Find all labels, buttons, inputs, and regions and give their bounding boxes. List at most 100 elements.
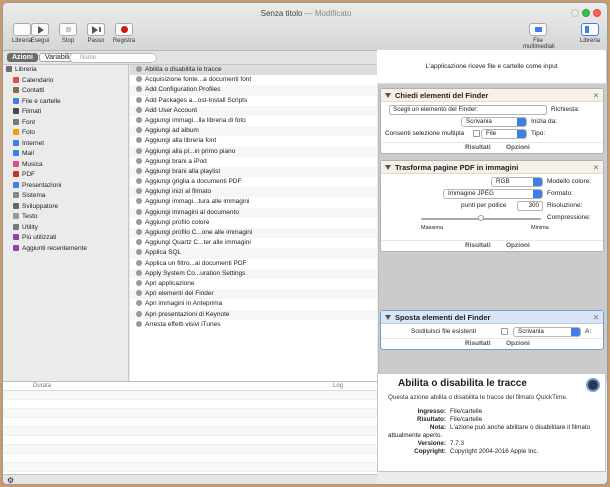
record-button[interactable]: Registra xyxy=(111,23,137,44)
action-footer: Risultati Opzioni xyxy=(381,240,603,251)
action-pdf-to-images[interactable]: Trasforma pagine PDF in immagini ✕ Modell… xyxy=(380,160,604,252)
category-item[interactable]: Utility xyxy=(3,223,128,234)
category-item[interactable]: Mail xyxy=(3,149,128,160)
resolution-field[interactable]: 300 xyxy=(517,201,543,211)
tab-actions[interactable]: Azioni xyxy=(7,53,38,62)
close-icon[interactable]: ✕ xyxy=(593,311,599,324)
action-item[interactable]: Abilita o disabilita le tracce xyxy=(130,65,377,76)
media-button[interactable]: File multimediali xyxy=(523,23,555,50)
category-item[interactable]: Presentazioni xyxy=(3,181,128,192)
category-icon xyxy=(13,118,19,125)
category-item[interactable]: Libreria xyxy=(3,65,128,76)
action-icon xyxy=(136,300,142,307)
minimize-button[interactable] xyxy=(571,9,579,17)
action-icon xyxy=(136,229,142,235)
destination-popup[interactable]: Scrivania xyxy=(513,327,581,337)
record-icon xyxy=(115,23,133,36)
category-item[interactable]: Contatti xyxy=(3,86,128,97)
action-move-finder-items[interactable]: Sposta elementi del Finder ✕ A: Scrivania… xyxy=(380,310,604,350)
action-item[interactable]: Aggiungi alla pl...in primo piano xyxy=(130,146,377,157)
category-item[interactable]: Sviluppatore xyxy=(3,202,128,213)
category-item[interactable]: Musica xyxy=(3,160,128,171)
options-toggle[interactable]: Opzioni xyxy=(506,242,530,249)
workflow-input-note: L'applicazione riceve file e cartelle co… xyxy=(377,50,606,84)
action-item[interactable]: Aggiungi immagi...lla libreria di foto xyxy=(130,116,377,126)
action-icon xyxy=(136,198,142,205)
action-header[interactable]: Sposta elementi del Finder ✕ xyxy=(381,311,603,324)
category-item[interactable]: Filmati xyxy=(3,107,128,118)
action-item[interactable]: Apri immagini in Anteprima xyxy=(130,299,377,309)
action-header[interactable]: Chiedi elementi del Finder ✕ xyxy=(381,89,603,102)
multi-select-checkbox[interactable] xyxy=(473,130,480,137)
action-item[interactable]: Add Configuration Profiles xyxy=(130,85,377,96)
category-item[interactable]: Sistema xyxy=(3,191,128,202)
start-at-popup[interactable]: Scrivania xyxy=(461,117,527,127)
action-icon xyxy=(136,188,142,195)
category-item[interactable]: Più utilizzati xyxy=(3,233,128,244)
window-title: Senza titolo — Modificato xyxy=(260,9,352,18)
action-ask-finder-items[interactable]: Chiedi elementi del Finder ✕ Richiesta: S… xyxy=(380,88,604,154)
options-toggle[interactable]: Opzioni xyxy=(506,340,530,347)
compression-slider-knob[interactable] xyxy=(478,215,484,221)
description-field: Risultato: File/cartelle xyxy=(416,416,483,423)
action-icon xyxy=(136,127,142,134)
category-item[interactable]: PDF xyxy=(3,170,128,181)
step-button[interactable]: Passo xyxy=(83,23,109,44)
action-item[interactable]: Applica un filtro...ai documenti PDF xyxy=(130,259,377,269)
action-icon xyxy=(136,239,142,246)
action-item[interactable]: Aggiungi ad album xyxy=(130,126,377,137)
type-popup[interactable]: File xyxy=(481,129,527,139)
action-item[interactable]: Arresta effetti visivi iTunes xyxy=(130,320,377,330)
action-item[interactable]: Add User Account xyxy=(130,105,377,116)
close-icon[interactable]: ✕ xyxy=(593,89,599,102)
category-icon xyxy=(13,192,19,198)
prompt-field[interactable]: Scegli un elemento del Finder: xyxy=(389,105,547,115)
action-icon xyxy=(136,167,142,174)
options-toggle[interactable]: Opzioni xyxy=(506,144,530,151)
action-item[interactable]: Aggiungi griglia a documenti PDF xyxy=(130,177,377,187)
action-item[interactable]: Apri applicazione xyxy=(130,279,377,289)
category-item[interactable]: Calendario xyxy=(3,76,128,87)
action-icon xyxy=(136,290,142,297)
category-item[interactable]: Foto xyxy=(3,128,128,139)
stop-button[interactable]: Stop xyxy=(55,23,81,44)
category-item[interactable]: Internet xyxy=(3,139,128,150)
category-item[interactable]: Font xyxy=(3,118,128,129)
library-view-button[interactable]: Libreria xyxy=(575,23,605,44)
results-toggle[interactable]: Risultati xyxy=(465,242,491,249)
action-item[interactable]: Aggiungi brani a iPod xyxy=(130,157,377,167)
action-item[interactable]: Apply System Co...uration Settings xyxy=(130,268,377,279)
log-pane: Durata Log xyxy=(3,381,377,474)
action-item[interactable]: Aggiungi inizi al filmato xyxy=(130,187,377,198)
action-item[interactable]: Aggiungi profilo C...one alle immagini xyxy=(130,228,377,239)
category-icon xyxy=(13,108,19,114)
close-button[interactable] xyxy=(593,9,601,17)
category-item[interactable]: Aggiunti recentemente xyxy=(3,244,128,255)
action-item[interactable]: Apri elementi del Finder xyxy=(130,289,377,300)
action-item[interactable]: Apri presentazioni di Keynote xyxy=(130,309,377,320)
description-field: Ingresso: File/cartelle xyxy=(417,408,483,415)
action-icon xyxy=(136,106,142,113)
results-toggle[interactable]: Risultati xyxy=(465,144,491,151)
category-item[interactable]: File e cartelle xyxy=(3,97,128,108)
results-toggle[interactable]: Risultati xyxy=(465,340,491,347)
action-item[interactable]: Add Packages a...ost-Install Scripts xyxy=(130,96,377,106)
action-item[interactable]: Applica SQL xyxy=(130,248,377,259)
action-item[interactable]: Aggiungi alla libreria font xyxy=(130,136,377,146)
action-item[interactable]: Aggiungi profilo colore xyxy=(130,218,377,228)
close-icon[interactable]: ✕ xyxy=(593,161,599,174)
action-item[interactable]: Aggiungi immagi...tura alle immagini xyxy=(130,197,377,207)
color-model-popup[interactable]: RGB xyxy=(491,177,543,187)
fullscreen-button[interactable] xyxy=(582,9,590,17)
category-item[interactable]: Testo xyxy=(3,212,128,223)
action-item[interactable]: Aggiungi Quartz C...ter alle immagini xyxy=(130,238,377,248)
action-item[interactable]: Aggiungi immagini al documento xyxy=(130,207,377,218)
action-header[interactable]: Trasforma pagine PDF in immagini ✕ xyxy=(381,161,603,174)
action-item[interactable]: Acquisizione fonte...a documenti font xyxy=(130,75,377,85)
replace-checkbox[interactable] xyxy=(501,328,508,335)
action-item[interactable]: Aggiungi brani alla playlist xyxy=(130,166,377,178)
run-button[interactable]: Esegui xyxy=(27,23,53,44)
gear-icon[interactable]: ⚙ xyxy=(7,476,14,484)
search-input[interactable]: Nome xyxy=(69,53,157,63)
format-popup[interactable]: Immagine JPEG xyxy=(443,189,543,199)
